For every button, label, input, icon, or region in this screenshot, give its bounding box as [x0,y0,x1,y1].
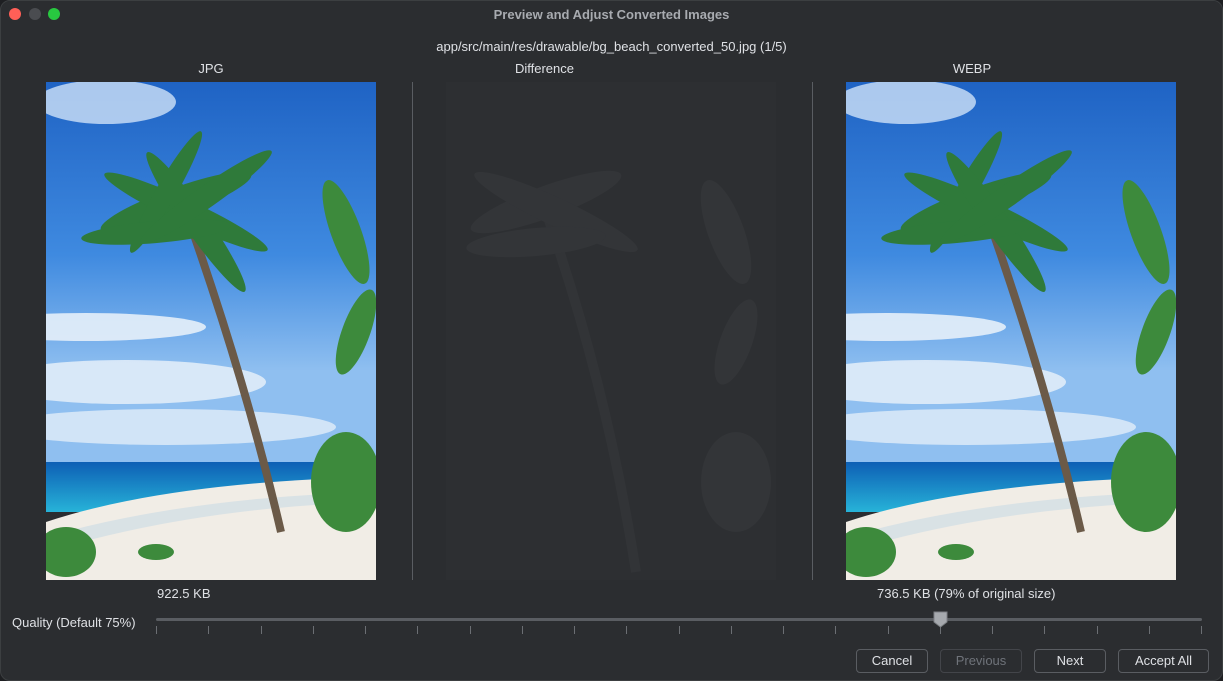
slider-tick [1097,626,1098,634]
difference-label: Difference [514,61,574,76]
slider-tick [470,626,471,634]
slider-tick [261,626,262,634]
panel-divider-left [412,82,413,580]
title-bar: Preview and Adjust Converted Images [1,1,1222,29]
quality-slider[interactable] [156,618,1202,621]
slider-tick [731,626,732,634]
quality-label: Quality (Default 75%) [12,615,136,630]
beach-image [46,82,376,580]
jpg-preview-image [46,82,376,580]
next-button[interactable]: Next [1034,649,1106,673]
original-size-label: 922.5 KB [157,586,211,601]
accept-all-button[interactable]: Accept All [1118,649,1209,673]
difference-image [446,82,776,580]
dialog-window: Preview and Adjust Converted Images app/… [0,0,1223,681]
slider-tick [679,626,680,634]
slider-tick [1044,626,1045,634]
slider-tick [1201,626,1202,634]
previous-button[interactable]: Previous [940,649,1022,673]
slider-tick [1149,626,1150,634]
slider-tick [313,626,314,634]
slider-tick [783,626,784,634]
slider-tick [574,626,575,634]
slider-tick [522,626,523,634]
beach-image [846,82,1176,580]
file-path: app/src/main/res/drawable/bg_beach_conve… [436,39,787,54]
slider-tick [365,626,366,634]
slider-tick [208,626,209,634]
difference-preview-image [446,82,776,580]
jpg-label: JPG [198,61,224,76]
cancel-button[interactable]: Cancel [856,649,928,673]
slider-tick [417,626,418,634]
webp-label: WEBP [952,61,992,76]
webp-preview-image [846,82,1176,580]
slider-tick [156,626,157,634]
slider-tick [835,626,836,634]
panel-divider-right [812,82,813,580]
slider-tick [888,626,889,634]
window-title: Preview and Adjust Converted Images [493,7,730,22]
converted-size-label: 736.5 KB (79% of original size) [877,586,1056,601]
slider-tick [992,626,993,634]
slider-tick [626,626,627,634]
quality-slider-thumb[interactable] [933,611,948,628]
